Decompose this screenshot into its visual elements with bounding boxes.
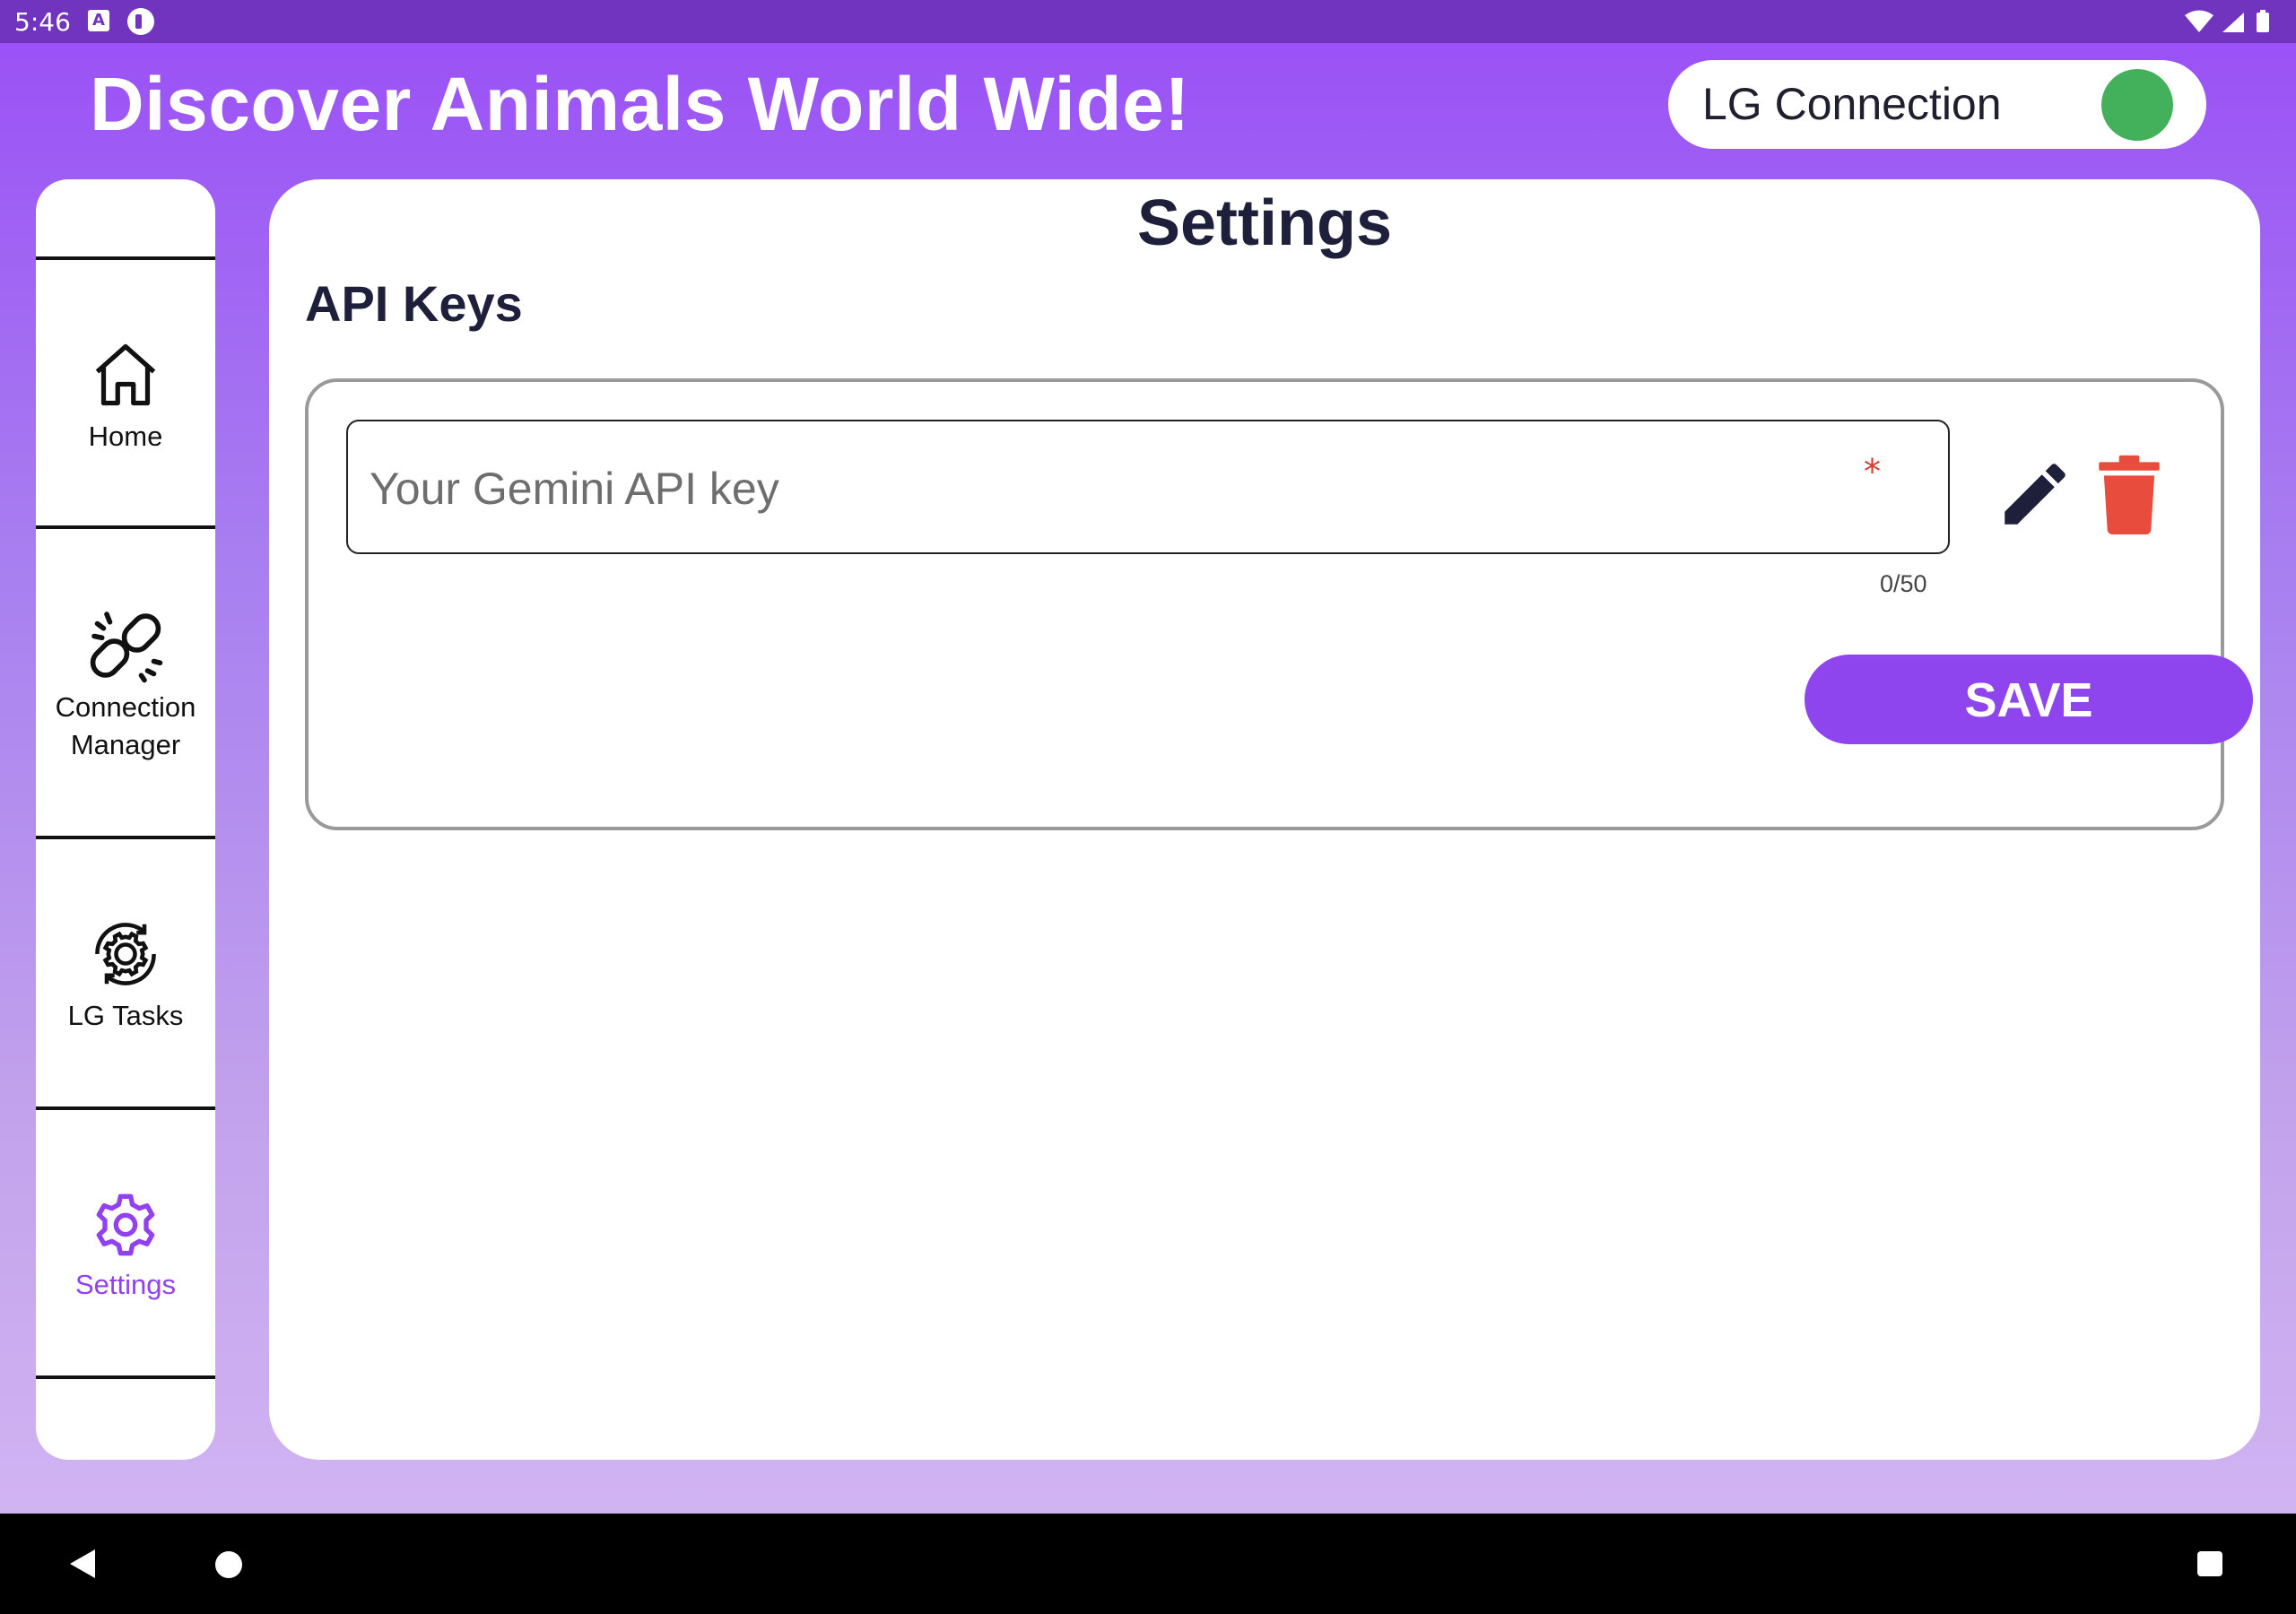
app-title: Discover Animals World Wide! <box>90 62 1190 146</box>
connection-indicator-dot <box>2101 69 2173 141</box>
sidebar-item-connection-manager[interactable]: Connection Manager <box>36 608 215 764</box>
sidebar-nav: Home Connection Manager LG Tasks Setting… <box>36 179 215 1460</box>
sidebar-divider <box>36 836 215 839</box>
sidebar-item-label: Settings <box>74 1269 176 1300</box>
save-button[interactable]: SAVE <box>1805 655 2253 744</box>
sidebar-item-lg-tasks[interactable]: LG Tasks <box>36 916 215 1035</box>
back-icon[interactable] <box>70 1549 95 1578</box>
sidebar-item-settings[interactable]: Settings <box>36 1189 215 1304</box>
status-bar: 5:46 A <box>0 0 2296 43</box>
lg-connection-label: LG Connection <box>1702 79 2002 129</box>
a-icon: A <box>88 10 109 31</box>
wifi-icon <box>2185 10 2213 32</box>
gear-refresh-icon <box>95 923 156 985</box>
gear-icon <box>96 1193 155 1256</box>
signal-icon <box>2222 13 2244 32</box>
system-navigation-bar <box>0 1514 2296 1614</box>
sidebar-item-label: LG Tasks <box>67 1000 184 1031</box>
settings-panel: Settings API Keys Your Gemini API key * … <box>269 179 2260 1460</box>
trash-icon[interactable] <box>2093 454 2165 534</box>
sidebar-divider <box>36 256 215 260</box>
lg-connection-status[interactable]: LG Connection <box>1668 60 2206 149</box>
battery-icon <box>2257 10 2269 32</box>
link-icon <box>90 612 163 683</box>
home-icon <box>95 343 156 406</box>
sidebar-item-label: Connection Manager <box>55 691 196 760</box>
api-key-card: Your Gemini API key * 0/50 SAVE <box>305 378 2253 830</box>
character-counter: 0/50 <box>1880 570 1927 597</box>
recents-icon[interactable] <box>2197 1551 2222 1576</box>
sidebar-item-label: Home <box>88 421 163 452</box>
sidebar-divider <box>36 525 215 529</box>
page-title: Settings <box>1136 187 1393 259</box>
system-status-icons <box>2185 10 2269 32</box>
home-button-icon[interactable] <box>215 1551 242 1578</box>
sidebar-item-home[interactable]: Home <box>36 337 215 456</box>
sidebar-divider <box>36 1106 215 1110</box>
section-title-api-keys: API Keys <box>305 275 523 332</box>
status-time: 5:46 <box>14 7 71 37</box>
required-marker: * <box>1864 452 1881 491</box>
sidebar-divider <box>36 1375 215 1379</box>
gemini-api-key-input[interactable]: Your Gemini API key * <box>346 420 1950 554</box>
pencil-icon[interactable] <box>1995 454 2075 534</box>
p-icon <box>127 8 154 35</box>
api-key-placeholder: Your Gemini API key <box>370 464 779 514</box>
